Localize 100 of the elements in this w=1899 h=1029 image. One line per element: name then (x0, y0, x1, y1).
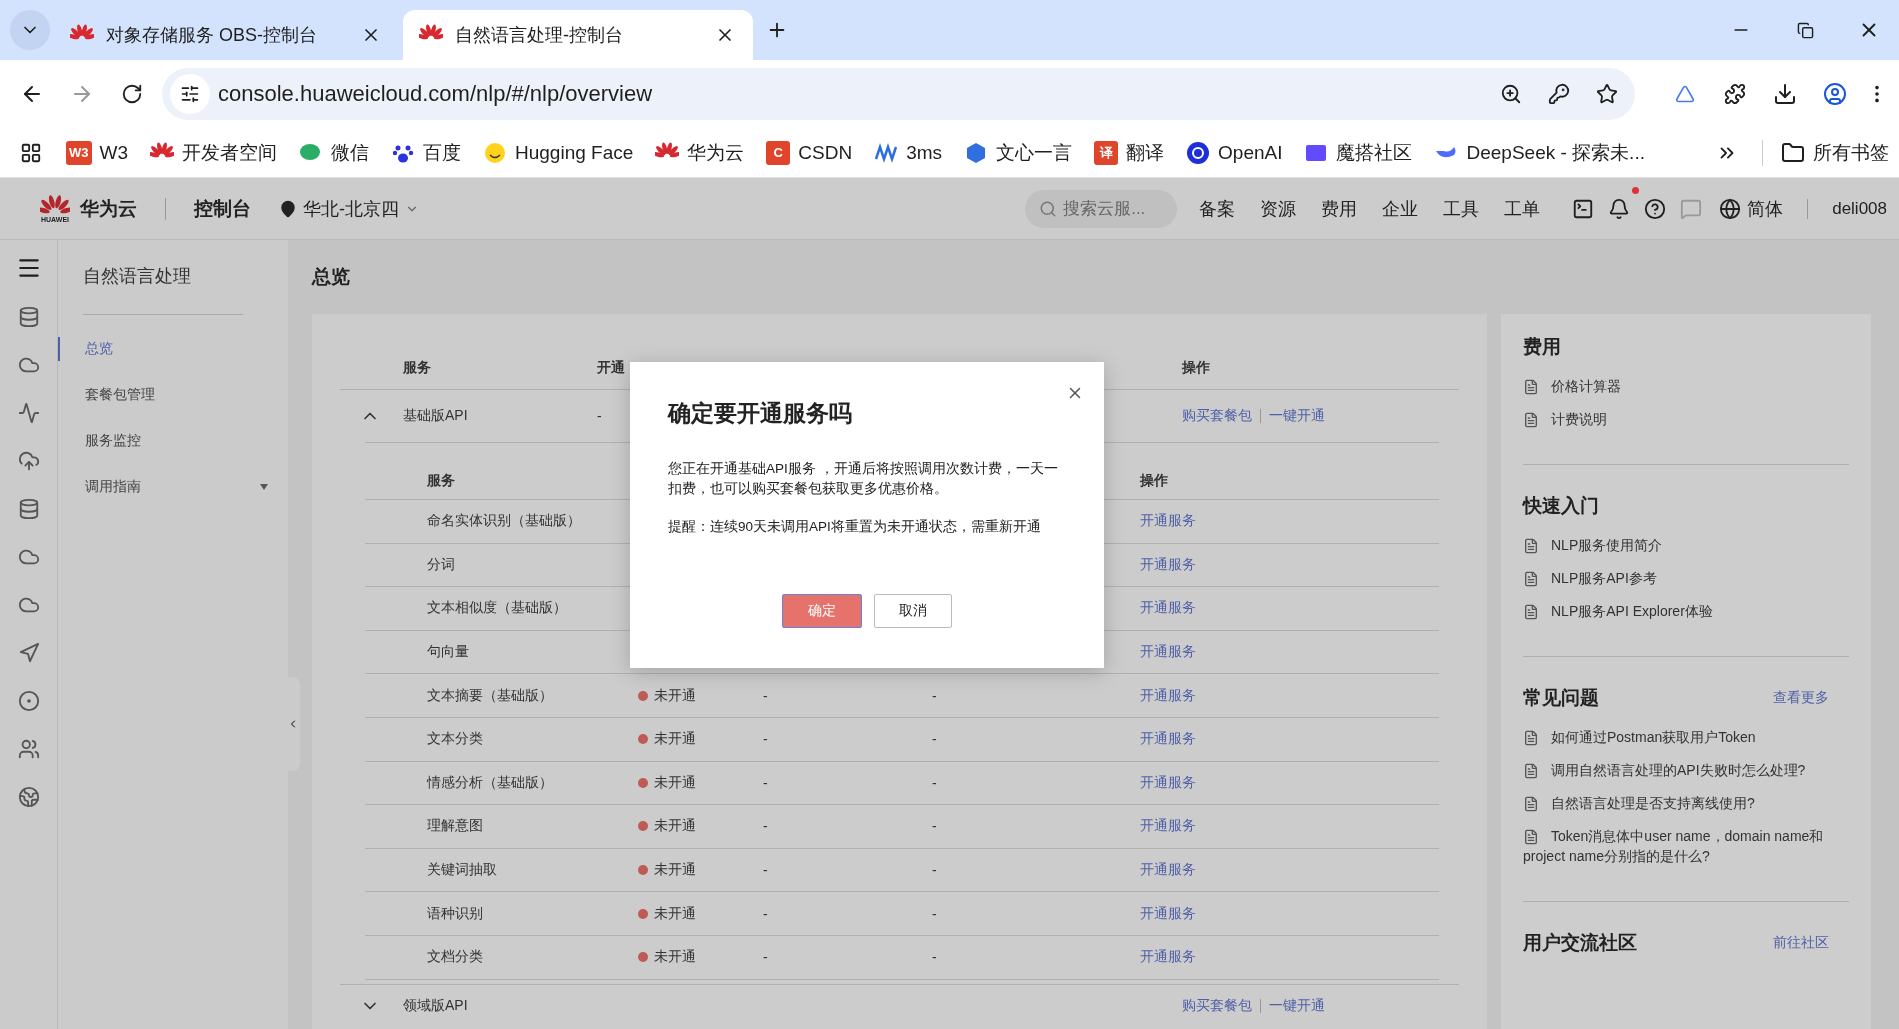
header-nav-link[interactable]: 费用 (1321, 196, 1358, 221)
action-link[interactable]: 购买套餐包 (1182, 407, 1252, 425)
header-nav-link[interactable]: 工具 (1443, 196, 1480, 221)
puzzle-icon[interactable] (1724, 83, 1746, 105)
enable-service-link[interactable]: 开通服务 (1140, 817, 1196, 836)
service-icon[interactable] (17, 450, 40, 472)
service-name: 文本相似度（基础版） (427, 599, 567, 618)
service-name: 命名实体识别（基础版） (427, 512, 581, 531)
user-name[interactable]: deli008 (1807, 198, 1887, 219)
sidebar-item[interactable]: 总览 (58, 337, 288, 361)
bookmark-link[interactable]: C CSDN (766, 140, 853, 165)
enable-service-link[interactable]: 开通服务 (1140, 512, 1196, 531)
header-nav-link[interactable]: 工单 (1504, 196, 1541, 221)
help-link[interactable]: 如何通过Postman获取用户Token (1523, 727, 1849, 747)
enable-service-link[interactable]: 开通服务 (1140, 904, 1196, 923)
status-text: 未开通 (638, 817, 696, 836)
search-field[interactable]: 搜索云服... (1025, 189, 1178, 228)
console-label[interactable]: 控制台 (194, 195, 251, 222)
bookmark-link[interactable]: 文心一言 (964, 139, 1073, 166)
bookmark-link[interactable]: 微信 (299, 139, 369, 166)
help-link[interactable]: 调用自然语言处理的API失败时怎么处理? (1523, 760, 1849, 780)
enable-service-link[interactable]: 开通服务 (1140, 555, 1196, 574)
reload-icon[interactable] (121, 83, 143, 105)
enable-service-link[interactable]: 开通服务 (1140, 599, 1196, 618)
bookmark-link[interactable]: Hugging Face (483, 140, 634, 165)
table-cell: - (932, 687, 937, 704)
header-nav-link[interactable]: 备案 (1199, 196, 1236, 221)
bookmark-link[interactable]: 3ms (874, 140, 943, 165)
service-icon[interactable] (17, 402, 40, 424)
zoom-icon[interactable] (1500, 83, 1522, 105)
enable-service-link[interactable]: 开通服务 (1140, 773, 1196, 792)
folder-icon (1781, 140, 1805, 165)
header-nav-link[interactable]: 企业 (1382, 196, 1419, 221)
sidebar-item[interactable]: 套餐包管理 (58, 372, 288, 418)
enable-service-link[interactable]: 开通服务 (1140, 861, 1196, 880)
help-icon[interactable] (1644, 197, 1667, 220)
browser-tab[interactable]: 对象存储服务 OBS-控制台 (54, 10, 399, 60)
service-icon[interactable] (17, 786, 40, 808)
table-cell: - (763, 862, 768, 879)
bell-icon[interactable] (1608, 197, 1631, 220)
service-icon[interactable] (17, 738, 40, 760)
help-link[interactable]: 自然语言处理是否支持离线使用? (1523, 793, 1849, 813)
action-link[interactable]: 购买套餐包 (1182, 997, 1252, 1016)
help-link[interactable]: 计费说明 (1523, 409, 1849, 429)
action-link[interactable]: 一键开通 (1269, 997, 1325, 1016)
apps-grid-icon[interactable] (20, 141, 42, 164)
bookmark-link[interactable]: OpenAI (1186, 140, 1283, 165)
help-link[interactable]: NLP服务使用简介 (1523, 535, 1849, 555)
service-icon[interactable] (17, 306, 40, 328)
bookmark-logo-icon: W3 (66, 140, 92, 165)
all-bookmarks-link[interactable]: 所有书签 (1762, 139, 1889, 166)
table-cell: - (932, 905, 937, 922)
section-title: 用户交流社区 (1523, 931, 1637, 955)
address-bar[interactable]: console.huaweicloud.com/nlp/#/nlp/overview (162, 68, 1635, 120)
browser-tab[interactable]: 自然语言处理-控制台 (403, 10, 753, 60)
bookmark-link[interactable]: DeepSeek - 探索未... (1434, 139, 1645, 166)
help-link[interactable]: NLP服务API参考 (1523, 568, 1849, 588)
header-nav-link[interactable]: 资源 (1260, 196, 1297, 221)
site-settings-button[interactable] (170, 74, 210, 114)
restore-icon[interactable] (1796, 21, 1814, 39)
url-text[interactable]: console.huaweicloud.com/nlp/#/nlp/overview (218, 81, 1483, 107)
table-cell: - (763, 687, 768, 704)
table-cell: - (763, 731, 768, 748)
key-icon[interactable] (1548, 83, 1570, 105)
service-name: 理解意图 (427, 817, 483, 836)
star-icon[interactable] (1596, 83, 1618, 105)
action-link[interactable]: 一键开通 (1269, 407, 1325, 425)
group-name: 领域版API (403, 997, 468, 1016)
sidebar-item[interactable]: 调用指南 (58, 464, 288, 510)
enable-service-link[interactable]: 开通服务 (1140, 730, 1196, 749)
section-link[interactable]: 查看更多 (1773, 689, 1829, 707)
cancel-button[interactable]: 取消 (874, 594, 952, 628)
service-name: 句向量 (427, 643, 469, 662)
service-icon[interactable] (17, 498, 40, 520)
bookmark-link[interactable]: 华为云 (655, 139, 745, 166)
collapse-handle[interactable] (286, 677, 300, 771)
download-icon[interactable] (1773, 82, 1797, 106)
language-selector[interactable]: 简体 (1719, 196, 1784, 221)
bookmark-link[interactable]: 魔搭社区 (1304, 139, 1413, 166)
bookmark-link[interactable]: 百度 (391, 139, 461, 166)
document-icon (1523, 538, 1539, 554)
region-selector[interactable]: 华北-北京四 (279, 196, 419, 221)
bookmark-link[interactable]: 译 翻译 (1094, 139, 1165, 166)
service-name: 分词 (427, 555, 455, 574)
enable-service-link[interactable]: 开通服务 (1140, 686, 1196, 705)
bookmark-link[interactable]: 开发者空间 (150, 139, 277, 166)
enable-service-link[interactable]: 开通服务 (1140, 948, 1196, 967)
section-link[interactable]: 前往社区 (1773, 934, 1829, 952)
service-icon[interactable] (17, 642, 40, 664)
service-icon[interactable] (17, 690, 40, 712)
help-link[interactable]: NLP服务API Explorer体验 (1523, 601, 1849, 621)
document-icon (1523, 571, 1539, 587)
profile-icon[interactable] (1823, 82, 1847, 106)
enable-service-link[interactable]: 开通服务 (1140, 643, 1196, 662)
bookmark-link[interactable]: W3 W3 (66, 140, 128, 165)
document-icon (1523, 763, 1539, 779)
help-link[interactable]: Token消息体中user name，domain name和project name分别指的是什么? (1523, 826, 1849, 866)
help-link[interactable]: 价格计算器 (1523, 376, 1849, 396)
sidebar-item[interactable]: 服务监控 (58, 418, 288, 464)
terminal-icon[interactable] (1572, 197, 1595, 220)
